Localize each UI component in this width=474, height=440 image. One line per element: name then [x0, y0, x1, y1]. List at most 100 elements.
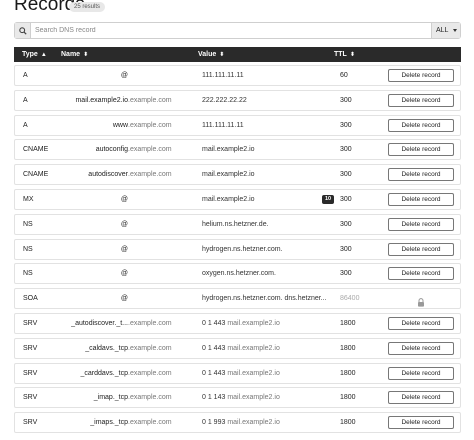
table-row: MX @ mail.example2.io 10 300 Delete record: [14, 189, 461, 210]
delete-record-button[interactable]: Delete record: [388, 267, 454, 281]
record-name-zone: .example.com: [128, 344, 172, 352]
sort-asc-icon: ▲: [40, 52, 47, 58]
table-row: SRV _carddavs._tcp .example.com 0 1 443 mai…: [14, 362, 461, 384]
table-row: NS @ oxygen.ns.hetzner.com. 300 Delete recor…: [14, 263, 461, 285]
record-value-target: mail.example2.io: [227, 320, 280, 327]
delete-record-button[interactable]: Delete record: [388, 317, 454, 330]
delete-record-button[interactable]: Delete record: [388, 118, 454, 132]
record-type: NS: [23, 245, 33, 253]
record-ttl: 86400: [340, 295, 360, 303]
record-value-text: 0 1 443: [202, 344, 228, 352]
column-header-name[interactable]: Name ⬍: [61, 47, 88, 63]
record-value-text: 222.222.22.22: [202, 96, 247, 104]
table-row: SOA @ hydrogen.ns.hetzner.com. dns.hetzner…: [14, 288, 461, 310]
record-value: helium.ns.hetzner.de.: [202, 215, 269, 234]
record-name: autoconfig: [95, 146, 128, 154]
record-value-text: 0 1 443: [202, 320, 228, 327]
record-type: CNAME: [23, 146, 49, 154]
table-row: NS @ helium.ns.hetzner.de. 300 Delete record: [14, 213, 461, 235]
record-value-target: mail.example2.io: [227, 419, 280, 427]
record-value: 0 1 443 mail.example2.io: [202, 339, 280, 358]
delete-record-button[interactable]: Delete record: [388, 242, 454, 256]
column-header-ttl[interactable]: TTL ⬍: [334, 47, 355, 63]
delete-record-button[interactable]: Delete record: [388, 193, 454, 206]
table-row: CNAME autodiscover .example.com mail.exampl…: [14, 164, 461, 186]
record-name: _caldavs._tcp: [85, 344, 128, 352]
record-value-text: helium.ns.hetzner.de.: [202, 220, 269, 228]
search-bar: ALL: [14, 22, 461, 39]
record-value-text: 111.111.11.11: [202, 121, 244, 129]
record-type: NS: [23, 220, 33, 228]
record-type: SRV: [23, 419, 38, 427]
record-name: www: [112, 121, 128, 129]
table-row: SRV _imaps._tcp .example.com 0 1 993 mail.e…: [14, 412, 461, 434]
column-header-value[interactable]: Value ⬍: [198, 47, 224, 63]
table-row: A @111.111.11.11 60 Delete record: [14, 65, 461, 86]
record-value: hydrogen.ns.hetzner.com. dns.hetzner...: [202, 289, 327, 308]
record-name: _carddavs._tcp: [80, 369, 128, 377]
record-type-filter-dropdown[interactable]: ALL: [431, 23, 460, 38]
table-row: CNAME autoconfig .example.com mail.example2…: [14, 139, 461, 161]
record-value: mail.example2.io: [202, 165, 255, 184]
record-value-target: mail.example2.io: [227, 344, 280, 352]
delete-record-button[interactable]: Delete record: [388, 341, 454, 355]
table-row: Awww .example.com 111.111.11.11 300 Delete r…: [14, 114, 461, 136]
search-icon[interactable]: [15, 23, 31, 38]
delete-record-button[interactable]: Delete record: [388, 416, 454, 430]
search-input[interactable]: [35, 24, 425, 37]
record-ttl: 300: [340, 121, 352, 129]
record-name: @: [120, 295, 128, 303]
record-ttl: 60: [340, 72, 348, 79]
delete-record-button[interactable]: Delete record: [388, 69, 454, 82]
table-header: Type ▲ Name ⬍ Value ⬍ TTL ⬍: [14, 47, 461, 62]
record-value-text: hydrogen.ns.hetzner.com. dns.hetzner...: [202, 295, 327, 303]
record-name-zone: .example.com: [128, 419, 172, 427]
record-name-zone: .example.com: [128, 121, 172, 129]
record-name: _autodiscover._t...: [71, 320, 128, 327]
record-ttl: 1800: [340, 344, 356, 352]
sort-icon: ⬍: [83, 52, 89, 58]
record-name: @: [120, 220, 128, 228]
record-name: mail.example2.io: [75, 96, 128, 104]
delete-record-button[interactable]: Delete record: [388, 366, 454, 380]
record-ttl: 300: [340, 96, 352, 104]
record-type: SRV: [23, 369, 38, 377]
record-name-zone: .example.com: [128, 394, 172, 402]
delete-record-button[interactable]: Delete record: [388, 168, 454, 182]
record-value: 222.222.22.22: [202, 91, 247, 110]
table-row: SRV _imap._tcp .example.com 0 1 143 mail.ex…: [14, 387, 461, 409]
record-value: 0 1 993 mail.example2.io: [202, 413, 280, 432]
record-value: 111.111.11.11: [202, 66, 244, 85]
record-value-text: mail.example2.io: [202, 171, 255, 179]
record-type: A: [23, 96, 28, 104]
record-value-target: mail.example2.io: [227, 394, 280, 402]
delete-record-button[interactable]: Delete record: [388, 93, 454, 107]
record-name: autodiscover: [88, 171, 128, 179]
record-name: _imap._tcp: [93, 394, 128, 402]
table-row: SRV _autodiscover._t... .example.com 0 1 44…: [14, 313, 461, 334]
record-name-zone: .example.com: [128, 96, 172, 104]
record-ttl: 300: [340, 171, 352, 179]
record-ttl: 300: [340, 270, 352, 278]
record-name-zone: .example.com: [128, 369, 172, 377]
column-header-type[interactable]: Type ▲: [22, 47, 47, 63]
record-ttl: 1800: [340, 369, 356, 377]
record-ttl: 300: [340, 245, 352, 253]
record-value: 0 1 443 mail.example2.io: [202, 364, 280, 383]
delete-record-button[interactable]: Delete record: [388, 391, 454, 405]
record-ttl: 1800: [340, 419, 356, 427]
record-value: hydrogen.ns.hetzner.com.: [202, 240, 283, 259]
record-name-zone: .example.com: [128, 171, 172, 179]
record-value-text: oxygen.ns.hetzner.com.: [202, 270, 276, 278]
delete-record-button[interactable]: Delete record: [388, 143, 454, 157]
record-value-target: mail.example2.io: [227, 369, 280, 377]
lock-icon: [417, 294, 425, 307]
record-value: mail.example2.io: [202, 190, 255, 209]
record-type: CNAME: [23, 171, 49, 179]
record-type: SOA: [23, 295, 38, 303]
record-ttl: 300: [340, 146, 352, 154]
delete-record-button[interactable]: Delete record: [388, 217, 454, 231]
table-row: NS @ hydrogen.ns.hetzner.com. 300 Delete rec…: [14, 238, 461, 260]
record-type: A: [23, 121, 28, 129]
record-name: @: [120, 245, 128, 253]
